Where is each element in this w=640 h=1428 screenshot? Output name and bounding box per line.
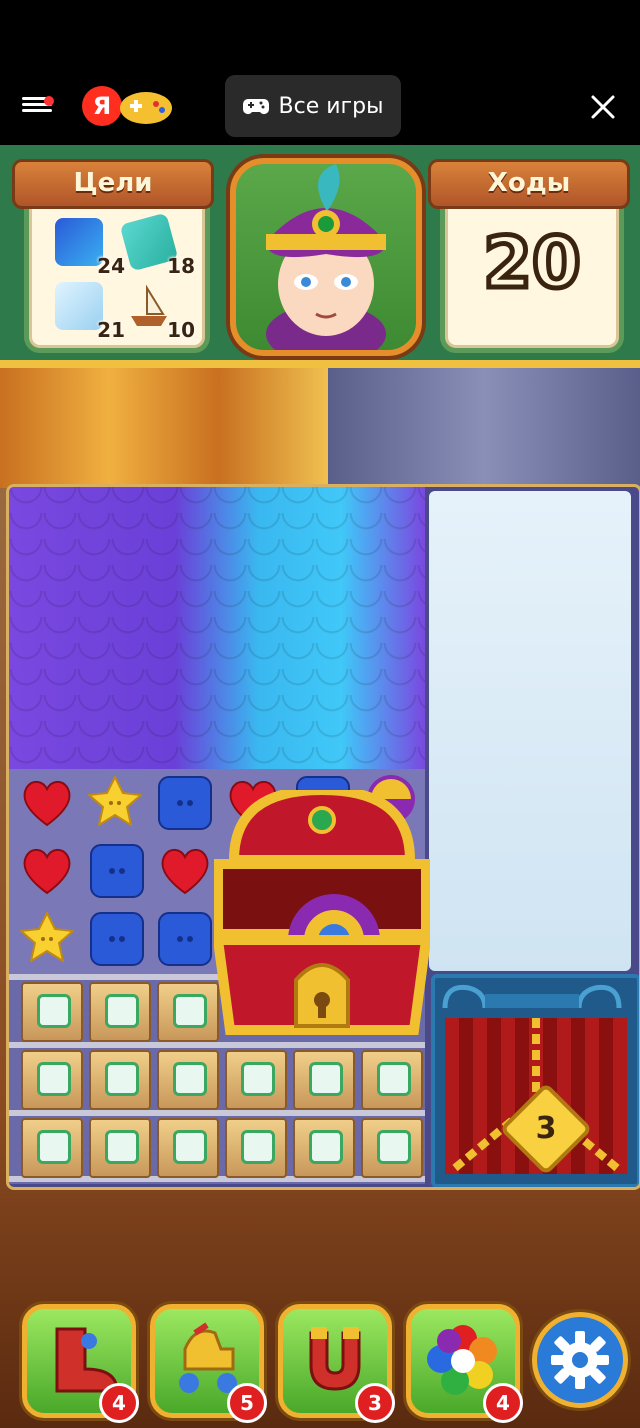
booster-boot[interactable]: 4 [22, 1304, 139, 1423]
blue-button-piece[interactable] [87, 909, 147, 969]
cage-curtain: 3 [445, 1018, 627, 1176]
rail [9, 1042, 425, 1048]
all-games-label: Все игры [278, 93, 384, 119]
crate-tile[interactable] [21, 1118, 83, 1178]
notification-dot [44, 96, 54, 106]
cage-top-ornament [442, 984, 622, 1009]
lock-counter: 3 [535, 1111, 557, 1146]
crate-tile[interactable] [89, 1118, 151, 1178]
booster-rainbow-flower[interactable]: 4 [406, 1304, 523, 1423]
crate-tile[interactable] [225, 1050, 287, 1110]
booster-count-badge: 5 [227, 1383, 267, 1423]
moves-title: Ходы [428, 159, 630, 209]
gamepad-icon [242, 99, 269, 114]
yellow-star-piece[interactable] [85, 773, 145, 833]
top-bar: Я Все игры [0, 0, 640, 145]
crate-tile[interactable] [157, 1050, 219, 1110]
ice-blocker-area [429, 491, 631, 971]
goals-title: Цели [12, 159, 214, 209]
background-curtain [0, 368, 328, 488]
scales-blocker-area [9, 487, 425, 769]
goal-teal-note: 18 [119, 212, 195, 278]
red-heart-piece[interactable] [17, 773, 77, 833]
locked-cage: 3 [431, 974, 639, 1187]
booster-bar: 4 5 3 4 [0, 1290, 640, 1428]
blue-scales-tile-icon [55, 218, 103, 266]
gear-icon [551, 1331, 609, 1389]
moves-panel: 20 [440, 185, 624, 353]
crate-tile[interactable] [225, 1118, 287, 1178]
goal-count: 21 [97, 318, 125, 342]
goal-blue-scales: 24 [55, 218, 125, 278]
yandex-logo[interactable]: Я [82, 86, 122, 126]
crate-tile[interactable] [361, 1050, 423, 1110]
booster-rocking-horse[interactable]: 5 [150, 1304, 267, 1423]
close-icon[interactable] [588, 92, 618, 122]
goal-toy-ship: 10 [125, 282, 195, 342]
crate-tile[interactable] [89, 1050, 151, 1110]
booster-magnet[interactable]: 3 [278, 1304, 395, 1423]
settings-button[interactable] [532, 1312, 628, 1408]
yellow-star-piece[interactable] [17, 909, 77, 969]
goal-count: 18 [167, 254, 195, 278]
crate-tile[interactable] [157, 1118, 219, 1178]
booster-count-badge: 4 [99, 1383, 139, 1423]
blue-button-piece[interactable] [155, 909, 215, 969]
goal-count: 24 [97, 254, 125, 278]
crate-tile[interactable] [293, 1118, 355, 1178]
all-games-button[interactable]: Все игры [225, 75, 401, 137]
goal-ice: 21 [55, 282, 125, 342]
booster-count-badge: 3 [355, 1383, 395, 1423]
blue-button-piece[interactable] [87, 841, 147, 901]
booster-count-badge: 4 [483, 1383, 523, 1423]
rail [9, 1110, 425, 1116]
crate-tile[interactable] [89, 982, 151, 1042]
red-heart-piece[interactable] [17, 841, 77, 901]
crate-tile[interactable] [361, 1118, 423, 1178]
ice-tile-icon [55, 282, 103, 330]
crate-tile[interactable] [21, 982, 83, 1042]
red-heart-piece[interactable] [155, 841, 215, 901]
character-portrait [230, 158, 422, 356]
crate-tile[interactable] [293, 1050, 355, 1110]
moves-counter: 20 [481, 220, 583, 307]
crate-tile[interactable] [21, 1050, 83, 1110]
character-avatar-icon [266, 164, 386, 350]
treasure-chest-icon [214, 790, 430, 1035]
goals-panel: 24 18 21 10 [24, 185, 210, 353]
goal-count: 10 [167, 318, 195, 342]
yandex-games-logo-icon[interactable] [118, 86, 174, 126]
background-wall [328, 368, 640, 488]
blue-button-piece[interactable] [155, 773, 215, 833]
crate-tile[interactable] [157, 982, 219, 1042]
toy-ship-icon [131, 284, 167, 326]
